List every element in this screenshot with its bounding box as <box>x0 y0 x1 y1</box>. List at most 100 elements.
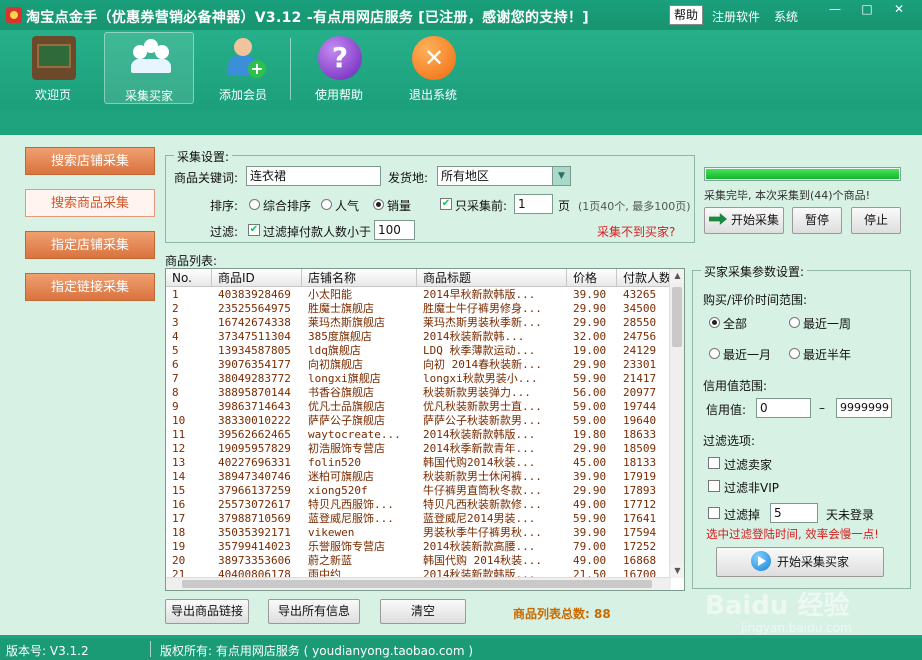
stop-button[interactable]: 停止 <box>851 207 901 234</box>
table-row[interactable]: 11 39562662465 waytocreate... 2014秋装新款韩版...… <box>166 428 671 442</box>
table-row[interactable]: 2 23525564975 胜魔士旗舰店 胜魔士牛仔裤男修身... 29.90 34500 <box>166 302 671 316</box>
cell-price: 39.90 <box>573 526 607 539</box>
system-menu-link[interactable]: 系统 <box>774 8 798 25</box>
filter-login-days-input[interactable]: 5 <box>770 503 818 523</box>
table-row[interactable]: 7 38049283772 longxi旗舰店 longxi秋款男装小... 59.90… <box>166 372 671 386</box>
cell-no: 3 <box>172 316 179 329</box>
restore-button[interactable]: □ <box>852 0 882 18</box>
cell-product-title: 2014秋装新款高腰... <box>423 540 536 553</box>
table-row[interactable]: 14 38947340746 迷柏可旗舰店 秋装新款男士休闲裤... 39.90 1791… <box>166 470 671 484</box>
credit-min-input[interactable]: 0 <box>756 398 811 418</box>
export-all-button[interactable]: 导出所有信息 <box>268 599 360 624</box>
cell-payers: 21417 <box>623 372 657 385</box>
cell-price: 49.00 <box>573 554 607 567</box>
cell-price: 49.00 <box>573 498 607 511</box>
table-row[interactable]: 19 35799414023 乐誉服饰专营店 2014秋装新款高腰... 79.00 17… <box>166 540 671 554</box>
table-row[interactable]: 20 38973353606 蔚之新蓝 韩国代购 2014秋装... 49.00 1686… <box>166 554 671 568</box>
filter-login-checkbox[interactable] <box>708 507 720 519</box>
cell-payers: 17712 <box>623 498 657 511</box>
vertical-scrollbar[interactable]: ▲ ▼ <box>669 269 684 578</box>
minimize-button[interactable]: — <box>820 0 850 18</box>
product-table[interactable]: No. 商品ID 店铺名称 商品标题 价格 付款人数 1 40383928469 小… <box>165 268 685 591</box>
only-first-checkbox[interactable]: ✔ <box>440 198 452 210</box>
page-count-input[interactable]: 1 <box>514 194 553 214</box>
sidebar-item-search-shop[interactable]: 搜索店铺采集 <box>25 147 155 175</box>
pause-button[interactable]: 暂停 <box>792 207 842 234</box>
filter-non-vip-checkbox[interactable] <box>708 480 720 492</box>
start-collect-button[interactable]: 开始采集 <box>704 207 784 234</box>
cell-no: 10 <box>172 414 186 427</box>
start-collect-label: 开始采集 <box>730 213 779 227</box>
column-header-shop-name[interactable]: 店铺名称 <box>302 269 417 287</box>
sidebar-item-search-product[interactable]: 搜索商品采集 <box>25 189 155 217</box>
cell-price: 56.00 <box>573 386 607 399</box>
toolbar-help-label: 使用帮助 <box>314 88 363 102</box>
sidebar-item-specified-shop[interactable]: 指定店铺采集 <box>25 231 155 259</box>
table-row[interactable]: 8 38895870144 书香谷旗舰店 秋装新款男装弹力... 56.00 20977 <box>166 386 671 400</box>
clear-button[interactable]: 清空 <box>380 599 466 624</box>
table-row[interactable]: 1 40383928469 小太阳能 2014早秋新款韩版... 39.90 43265 <box>166 288 671 302</box>
toolbar-collect-buyers[interactable]: 采集买家 <box>104 32 194 104</box>
close-window-button[interactable]: ✕ <box>884 0 914 18</box>
table-row[interactable]: 9 39863714643 优凡士品旗舰店 优凡秋装新款男士直... 59.00 1974… <box>166 400 671 414</box>
time-radio-half-year[interactable] <box>789 348 800 359</box>
table-row[interactable]: 4 37347511304 385度旗舰店 2014秋装新款韩... 32.00 2475… <box>166 330 671 344</box>
table-row[interactable]: 6 39076354177 向初旗舰店 向初 2014春秋装新... 29.90 2330… <box>166 358 671 372</box>
column-header-no[interactable]: No. <box>166 269 212 287</box>
sort-option-popularity: 人气 <box>335 199 360 213</box>
toolbar-welcome[interactable]: 欢迎页 <box>8 32 98 104</box>
table-row[interactable]: 10 38330010222 萨萨公子旗舰店 萨萨公子秋装新款男... 59.00 196… <box>166 414 671 428</box>
register-software-link[interactable]: 注册软件 <box>712 8 760 25</box>
filter-payers-label: 过滤掉付款人数小于 <box>263 225 372 239</box>
credit-max-input[interactable]: 9999999 <box>836 398 892 418</box>
toolbar-add-member[interactable]: + 添加会员 <box>198 32 288 104</box>
cell-product-id: 25573072617 <box>218 498 291 511</box>
cell-payers: 20977 <box>623 386 657 399</box>
filter-payers-input[interactable]: 100 <box>374 220 415 240</box>
table-row[interactable]: 17 37988710569 蓝登威尼服饰... 蓝登威尼2014男装... 59.90… <box>166 512 671 526</box>
horizontal-scroll-thumb[interactable] <box>182 580 652 588</box>
time-radio-week[interactable] <box>789 317 800 328</box>
column-header-product-id[interactable]: 商品ID <box>212 269 302 287</box>
product-table-body: 1 40383928469 小太阳能 2014早秋新款韩版... 39.90 43265 2… <box>166 288 671 582</box>
filter-non-vip-label: 过滤非VIP <box>724 481 779 495</box>
scroll-up-icon[interactable]: ▲ <box>670 269 684 283</box>
table-row[interactable]: 5 13934587805 ldq旗舰店 LDQ 秋季薄款运动... 19.00 2412… <box>166 344 671 358</box>
cell-price: 59.90 <box>573 512 607 525</box>
help-button[interactable]: 帮助 <box>669 5 703 25</box>
table-row[interactable]: 3 16742674338 莱玛杰斯旗舰店 莱玛杰斯男装秋季新... 29.90 2855… <box>166 316 671 330</box>
sidebar-item-specified-link[interactable]: 指定链接采集 <box>25 273 155 301</box>
sort-label: 排序: <box>210 199 239 213</box>
sort-radio-sales[interactable] <box>373 199 384 210</box>
cell-product-title: 2014早秋新款韩版... <box>423 288 536 301</box>
table-row[interactable]: 18 35035392171 vikewen 男装秋季牛仔裤男秋... 39.90 175… <box>166 526 671 540</box>
column-header-payers[interactable]: 付款人数 <box>617 269 671 287</box>
cell-product-id: 37347511304 <box>218 330 291 343</box>
table-row[interactable]: 16 25573072617 特贝凡西服饰... 特贝凡西秋装新款修... 49.00 1… <box>166 498 671 512</box>
sort-radio-overall[interactable] <box>249 199 260 210</box>
table-row[interactable]: 12 19095957829 初浩服饰专营店 2014秋季新款青年... 29.90 18… <box>166 442 671 456</box>
toolbar-help[interactable]: ? 使用帮助 <box>294 32 384 104</box>
cell-product-id: 38895870144 <box>218 386 291 399</box>
start-collect-buyers-label: 开始采集买家 <box>776 555 849 569</box>
table-row[interactable]: 13 40227696331 folin520 韩国代购2014秋装... 45.00 1… <box>166 456 671 470</box>
time-radio-all[interactable] <box>709 317 720 328</box>
column-header-product-title[interactable]: 商品标题 <box>417 269 567 287</box>
scroll-down-icon[interactable]: ▼ <box>670 564 684 578</box>
filter-seller-checkbox[interactable] <box>708 457 720 469</box>
horizontal-scrollbar[interactable] <box>166 577 671 590</box>
sort-option-overall: 综合排序 <box>263 199 312 213</box>
keyword-input[interactable]: 连衣裙 <box>246 166 381 186</box>
vertical-scroll-thumb[interactable] <box>672 287 682 347</box>
no-buyer-help-link[interactable]: 采集不到买家? <box>597 223 675 240</box>
export-links-button[interactable]: 导出商品链接 <box>165 599 249 624</box>
column-header-price[interactable]: 价格 <box>567 269 617 287</box>
start-collect-buyers-button[interactable]: 开始采集买家 <box>716 547 884 577</box>
toolbar-exit[interactable]: ✕ 退出系统 <box>388 32 478 104</box>
table-row[interactable]: 15 37966137259 xiong520f 牛仔裤男直筒秋冬款... 29.90 1… <box>166 484 671 498</box>
cell-price: 39.90 <box>573 288 607 301</box>
sort-radio-popularity[interactable] <box>321 199 332 210</box>
time-radio-month[interactable] <box>709 348 720 359</box>
filter-payers-checkbox[interactable]: ✔ <box>248 224 260 236</box>
ship-from-select[interactable]: 所有地区 ▼ <box>437 166 571 186</box>
